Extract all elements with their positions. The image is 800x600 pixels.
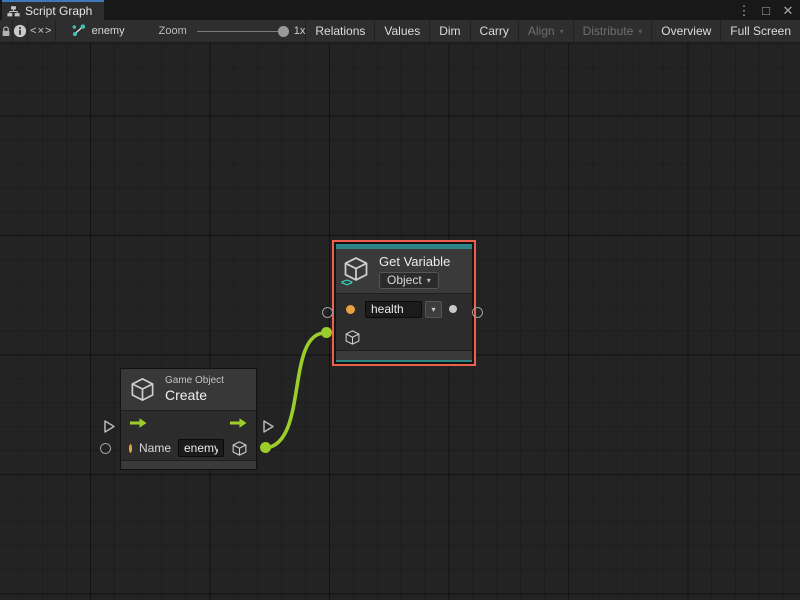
distribute-dropdown[interactable]: Distribute ▾ <box>574 20 653 42</box>
variable-name-row: ▾ <box>336 294 472 324</box>
maximize-icon[interactable]: □ <box>758 2 774 18</box>
control-flow-row <box>121 411 256 436</box>
dim-button[interactable]: Dim <box>430 20 470 42</box>
node-category: Game Object <box>165 375 224 386</box>
breadcrumb-graph-name[interactable]: enemy <box>92 25 125 37</box>
node-title: Create <box>165 387 224 403</box>
gameobject-cube-icon <box>129 376 156 403</box>
window-menu-icon[interactable]: ⋮ <box>736 2 752 18</box>
name-parameter-row: Name <box>121 436 256 460</box>
control-input-port[interactable] <box>103 419 116 434</box>
create-node-header[interactable]: Game Object Create <box>121 369 256 410</box>
field-label: Name <box>139 441 171 455</box>
graph-breadcrumb-icon <box>71 24 86 38</box>
overview-button[interactable]: Overview <box>652 20 721 42</box>
script-graph-window: Script Graph ⋮ □ ✕ <box>0 0 800 600</box>
chevron-down-icon: ▾ <box>560 28 564 36</box>
window-controls: ⋮ □ ✕ <box>736 0 796 20</box>
zoom-slider[interactable] <box>197 31 285 32</box>
name-value-port[interactable] <box>129 444 132 453</box>
inspect-button[interactable] <box>13 20 28 42</box>
relations-button[interactable]: Relations <box>306 20 375 42</box>
create-output-port-connected[interactable] <box>260 442 271 453</box>
close-icon[interactable]: ✕ <box>780 2 796 18</box>
variable-scope-dropdown[interactable]: Object ▾ <box>379 272 439 289</box>
lock-icon <box>0 25 12 38</box>
get-variable-right-port[interactable] <box>472 307 483 318</box>
gameobject-output-cube-icon <box>231 440 248 457</box>
object-input-row <box>336 324 472 350</box>
control-output-port[interactable] <box>262 419 275 434</box>
chevron-down-icon: ▾ <box>638 28 642 36</box>
node-footer <box>336 350 472 360</box>
zoom-value: 1x <box>294 25 306 37</box>
values-button[interactable]: Values <box>375 20 430 42</box>
graph-toolbar: <×> enemy Zoom 1x Relations Values Dim C… <box>0 20 800 43</box>
flow-out-arrow-icon <box>229 417 248 429</box>
graph-canvas[interactable]: <> Get Variable Object ▾ ▾ <box>0 43 800 600</box>
tab-script-graph[interactable]: Script Graph <box>2 0 104 20</box>
node-title: Get Variable <box>379 254 450 269</box>
title-bar: Script Graph ⋮ □ ✕ <box>0 0 800 20</box>
create-gameobject-node[interactable]: Game Object Create Name <box>120 368 257 470</box>
carry-button[interactable]: Carry <box>471 20 519 42</box>
align-dropdown[interactable]: Align ▾ <box>519 20 574 42</box>
graph-tab-icon <box>7 5 20 18</box>
fullscreen-button[interactable]: Full Screen <box>721 20 800 42</box>
get-variable-node[interactable]: <> Get Variable Object ▾ ▾ <box>336 244 472 362</box>
code-toggle-icon: <×> <box>30 25 52 37</box>
variable-name-input[interactable] <box>365 301 422 318</box>
name-value-port[interactable] <box>346 305 355 314</box>
info-icon <box>13 24 27 38</box>
chevron-down-icon: ▾ <box>431 305 435 314</box>
get-variable-object-port-connected[interactable] <box>321 327 332 338</box>
lock-button[interactable] <box>0 20 13 42</box>
get-variable-header[interactable]: <> Get Variable Object ▾ <box>336 249 472 293</box>
tab-label: Script Graph <box>25 4 92 18</box>
create-left-port[interactable] <box>100 443 111 454</box>
code-preview-button[interactable]: <×> <box>28 20 56 42</box>
flow-in-arrow-icon <box>129 417 148 429</box>
zoom-slider-handle[interactable] <box>278 26 289 37</box>
get-variable-node-selection: <> Get Variable Object ▾ ▾ <box>332 240 476 366</box>
name-input[interactable] <box>178 439 224 457</box>
zoom-label: Zoom <box>159 25 187 37</box>
value-output-port[interactable] <box>449 305 457 313</box>
code-brackets-icon: <> <box>341 277 352 289</box>
chevron-down-icon: ▾ <box>427 276 431 285</box>
get-variable-left-port[interactable] <box>322 307 333 318</box>
node-footer <box>121 460 256 469</box>
gameobject-cube-icon <box>344 329 361 346</box>
variable-cube-icon: <> <box>342 255 372 287</box>
node-bottom-accent <box>336 360 472 362</box>
variable-picker-dropdown[interactable]: ▾ <box>425 301 442 318</box>
toolbar-middle: enemy Zoom 1x <box>56 20 307 42</box>
